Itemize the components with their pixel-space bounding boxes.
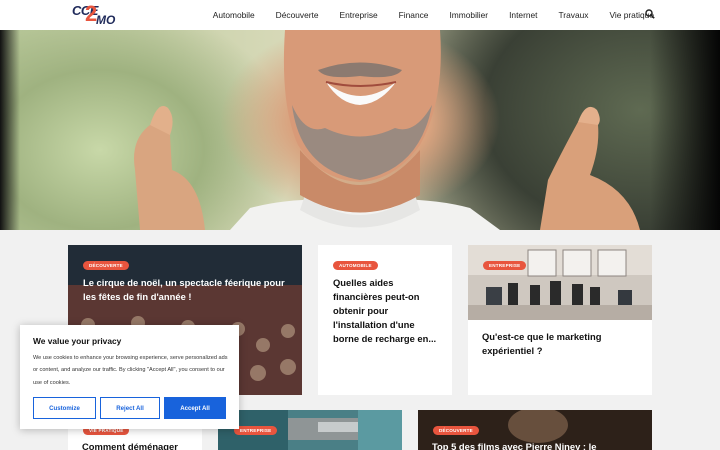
nav-travaux[interactable]: Travaux xyxy=(559,10,589,20)
category-badge[interactable]: Découverte xyxy=(83,261,129,270)
reject-all-button[interactable]: Reject All xyxy=(100,397,160,419)
nav-internet[interactable]: Internet xyxy=(509,10,537,20)
article-card-marketing[interactable]: Entreprise Qu'est-ce que le marketing ex… xyxy=(468,245,652,395)
cookie-title: We value your privacy xyxy=(33,336,122,346)
site-logo[interactable]: CCE 2 MO xyxy=(72,1,122,29)
nav-automobile[interactable]: Automobile xyxy=(213,10,255,20)
article-card-entreprise-2[interactable]: Entreprise xyxy=(218,410,402,450)
category-badge[interactable]: Entreprise xyxy=(483,261,527,270)
article-image-marketing xyxy=(468,245,652,320)
article-title[interactable]: Quelles aides financières peut-on obteni… xyxy=(333,276,443,346)
logo-text-bottom: MO xyxy=(96,13,116,27)
cookie-consent-banner: We value your privacy We use cookies to … xyxy=(20,325,239,429)
nav-decouverte[interactable]: Découverte xyxy=(276,10,319,20)
article-title[interactable]: Qu'est-ce que le marketing expérientiel … xyxy=(482,330,642,358)
article-title[interactable]: Top 5 des films avec Pierre Niney : le xyxy=(432,440,642,450)
nav-entreprise[interactable]: Entreprise xyxy=(340,10,378,20)
hero-image xyxy=(0,30,720,230)
search-icon[interactable] xyxy=(645,9,655,19)
article-card-pierre-niney[interactable]: Découverte Top 5 des films avec Pierre N… xyxy=(418,410,652,450)
accept-all-button[interactable]: Accept All xyxy=(164,397,226,419)
category-badge[interactable]: Découverte xyxy=(433,426,479,435)
article-title[interactable]: Le cirque de noël, un spectacle féerique… xyxy=(83,276,288,304)
nav-immobilier[interactable]: Immobilier xyxy=(449,10,488,20)
cookie-text: We use cookies to enhance your browsing … xyxy=(33,355,228,386)
category-badge[interactable]: Automobile xyxy=(333,261,378,270)
nav-finance[interactable]: Finance xyxy=(399,10,429,20)
site-header: CCE 2 MO Automobile Découverte Entrepris… xyxy=(0,0,720,30)
category-badge[interactable]: Entreprise xyxy=(234,426,278,435)
customize-button[interactable]: Customize xyxy=(33,397,96,419)
main-nav: Automobile Découverte Entreprise Finance… xyxy=(213,0,654,30)
article-title[interactable]: Comment déménager xyxy=(82,440,192,450)
hero-illustration xyxy=(134,30,640,230)
article-card-borne-recharge[interactable]: Automobile Quelles aides financières peu… xyxy=(318,245,452,395)
